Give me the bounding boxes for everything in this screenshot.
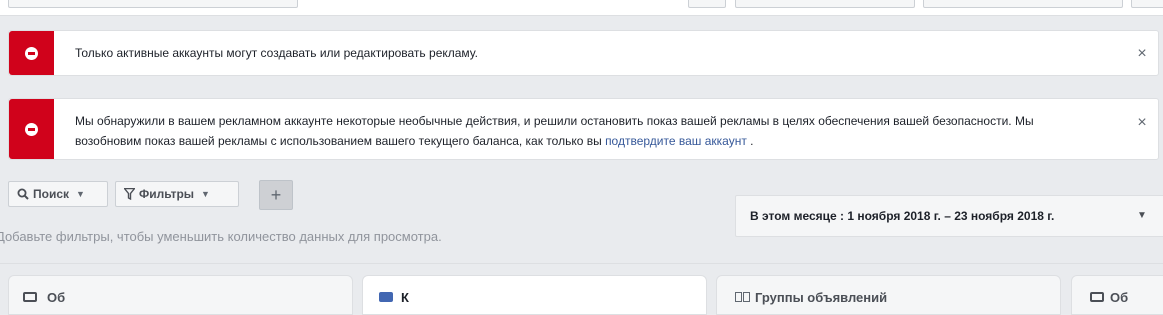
tab-ads[interactable]: Об <box>1071 275 1163 315</box>
verify-account-link[interactable]: подтвердите ваш аккаунт <box>605 134 747 148</box>
funnel-icon <box>124 188 135 200</box>
top-button[interactable] <box>735 0 915 8</box>
alert-stripe <box>9 31 54 75</box>
tab-label: Об <box>1110 290 1129 305</box>
alert-stripe <box>9 99 54 159</box>
date-range-label: В этом месяце : 1 ноября 2018 г. – 23 но… <box>750 209 1055 223</box>
top-button[interactable] <box>923 0 1123 8</box>
magnifier-icon <box>17 188 29 200</box>
folder-icon <box>23 292 37 302</box>
caret-down-icon: ▼ <box>1137 210 1147 221</box>
ad-icon <box>1090 292 1104 302</box>
filter-hint: Добавьте фильтры, чтобы уменьшить количе… <box>0 229 442 244</box>
tab-campaigns[interactable]: Об <box>8 275 353 315</box>
top-button[interactable] <box>688 0 726 8</box>
close-icon[interactable]: × <box>1134 115 1150 131</box>
folder-icon <box>379 292 393 302</box>
alert-text-end: . <box>746 134 754 148</box>
tab-label: Об <box>47 290 66 305</box>
close-icon[interactable]: × <box>1134 46 1150 62</box>
date-range-picker[interactable]: В этом месяце : 1 ноября 2018 г. – 23 но… <box>735 195 1163 237</box>
suspicious-activity-alert: Мы обнаружили в вашем рекламном аккаунте… <box>8 98 1159 160</box>
tab-label: Группы объявлений <box>755 290 888 305</box>
search-button-label: Поиск <box>33 187 70 201</box>
search-button[interactable]: Поиск ▼ <box>8 181 108 207</box>
caret-down-icon: ▼ <box>76 189 85 199</box>
tab-label: К <box>401 290 409 305</box>
ad-sets-icon <box>735 292 750 302</box>
caret-down-icon: ▼ <box>201 189 210 199</box>
tab-ad-sets[interactable]: Группы объявлений <box>716 275 1061 315</box>
inactive-account-alert: Только активные аккаунты могут создавать… <box>8 30 1159 76</box>
top-toolbar <box>0 0 1163 16</box>
no-entry-icon <box>25 46 38 60</box>
divider <box>0 263 1163 264</box>
filters-button-label: Фильтры <box>139 187 195 201</box>
no-entry-icon <box>25 122 38 136</box>
tab-campaigns-active[interactable]: К <box>362 275 707 315</box>
alert-message: Только активные аккаунты могут создавать… <box>75 46 478 60</box>
top-search-field[interactable] <box>8 0 298 8</box>
alert-text: Мы обнаружили в вашем рекламном аккаунте… <box>75 114 1034 148</box>
filters-button[interactable]: Фильтры ▼ <box>115 181 239 207</box>
add-filter-button[interactable]: + <box>259 180 293 210</box>
top-button[interactable] <box>1131 0 1163 8</box>
alert-message: Мы обнаружили в вашем рекламном аккаунте… <box>75 111 1098 151</box>
